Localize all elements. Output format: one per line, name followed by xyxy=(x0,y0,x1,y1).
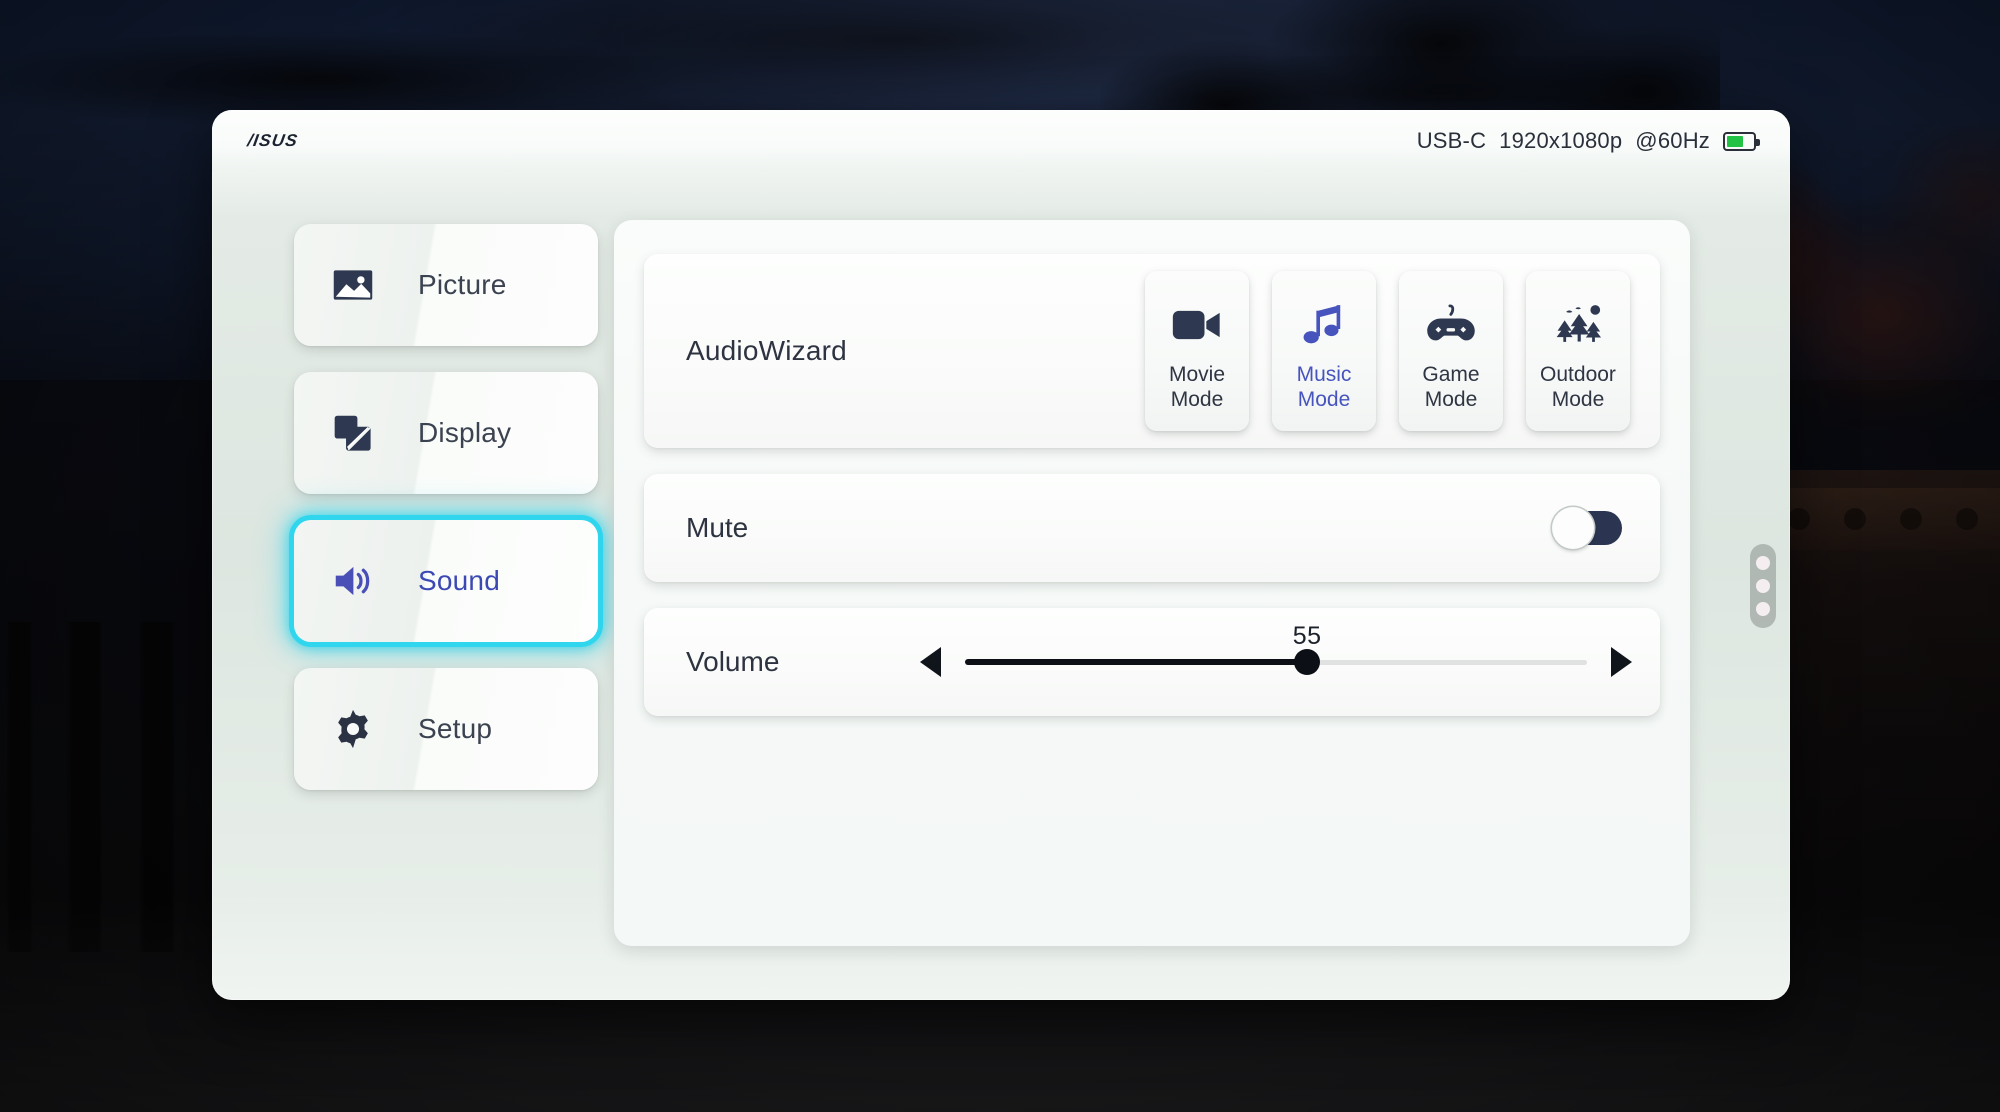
page-dot xyxy=(1756,556,1770,571)
mode-tile-label: Game Mode xyxy=(1422,363,1480,411)
mode-tile-music[interactable]: Music Mode xyxy=(1272,271,1376,431)
settings-panel: AudioWizard Movie Mode Music Mode Game M… xyxy=(614,220,1690,946)
display-icon xyxy=(330,410,376,456)
sidebar-item-label: Sound xyxy=(418,565,500,596)
osd-body: Picture Display Sound Setup AudioWizard … xyxy=(212,172,1790,1000)
mute-row: Mute xyxy=(644,474,1660,582)
page-dot xyxy=(1756,601,1770,616)
status-resolution: 1920x1080p xyxy=(1499,128,1623,153)
battery-icon xyxy=(1723,131,1760,151)
sidebar-item-picture[interactable]: Picture xyxy=(294,224,598,346)
audiowizard-modes: Movie Mode Music Mode Game Mode Outdoor … xyxy=(1145,271,1630,431)
audiowizard-row: AudioWizard Movie Mode Music Mode Game M… xyxy=(644,254,1660,448)
gamepad-icon xyxy=(1425,297,1477,353)
page-dots-icon[interactable] xyxy=(1750,544,1776,628)
volume-value: 55 xyxy=(1292,622,1322,650)
sidebar-item-label: Picture xyxy=(418,269,507,300)
mute-toggle[interactable] xyxy=(1552,507,1622,549)
sidebar-item-sound[interactable]: Sound xyxy=(294,520,598,642)
video-camera-icon xyxy=(1172,297,1222,353)
sidebar-item-display[interactable]: Display xyxy=(294,372,598,494)
mute-toggle-knob xyxy=(1552,507,1594,549)
volume-control: 55 xyxy=(920,622,1632,684)
status-source: USB-C xyxy=(1416,128,1487,153)
music-note-icon xyxy=(1303,297,1345,353)
status-bar: USB-C 1920x1080p @60Hz xyxy=(1416,128,1760,154)
content-wrap: AudioWizard Movie Mode Music Mode Game M… xyxy=(596,172,1790,1000)
triangle-left-icon[interactable] xyxy=(920,647,941,677)
photo-backdrop: /ISUS USB-C 1920x1080p @60Hz Picture Dis… xyxy=(0,0,2000,1112)
image-icon xyxy=(330,262,376,308)
mode-tile-label: Music Mode xyxy=(1296,363,1352,411)
gear-icon xyxy=(330,706,376,752)
page-dot xyxy=(1756,578,1770,593)
status-refresh: @60Hz xyxy=(1635,128,1710,153)
sidebar-item-label: Display xyxy=(418,417,512,448)
volume-slider[interactable]: 55 xyxy=(965,622,1587,684)
volume-label: Volume xyxy=(686,646,780,677)
audiowizard-label: AudioWizard xyxy=(686,335,847,366)
sidebar: Picture Display Sound Setup xyxy=(212,172,598,1000)
mode-tile-label: Outdoor Mode xyxy=(1540,363,1616,411)
mode-tile-game[interactable]: Game Mode xyxy=(1399,271,1503,431)
osd-titlebar: /ISUS USB-C 1920x1080p @60Hz xyxy=(212,110,1790,172)
triangle-right-icon[interactable] xyxy=(1611,647,1632,677)
volume-row: Volume 55 xyxy=(644,608,1660,716)
sidebar-item-setup[interactable]: Setup xyxy=(294,668,598,790)
mode-tile-label: Movie Mode xyxy=(1168,363,1226,411)
osd-window: /ISUS USB-C 1920x1080p @60Hz Picture Dis… xyxy=(212,110,1790,1000)
asus-logo: /ISUS xyxy=(246,131,300,150)
trees-icon xyxy=(1552,297,1604,353)
speaker-icon xyxy=(330,558,376,604)
volume-slider-thumb[interactable] xyxy=(1294,649,1321,675)
mute-label: Mute xyxy=(686,512,749,543)
mode-tile-outdoor[interactable]: Outdoor Mode xyxy=(1526,271,1630,431)
sidebar-item-label: Setup xyxy=(418,713,493,744)
volume-track-fill xyxy=(965,659,1308,665)
mode-tile-movie[interactable]: Movie Mode xyxy=(1145,271,1249,431)
